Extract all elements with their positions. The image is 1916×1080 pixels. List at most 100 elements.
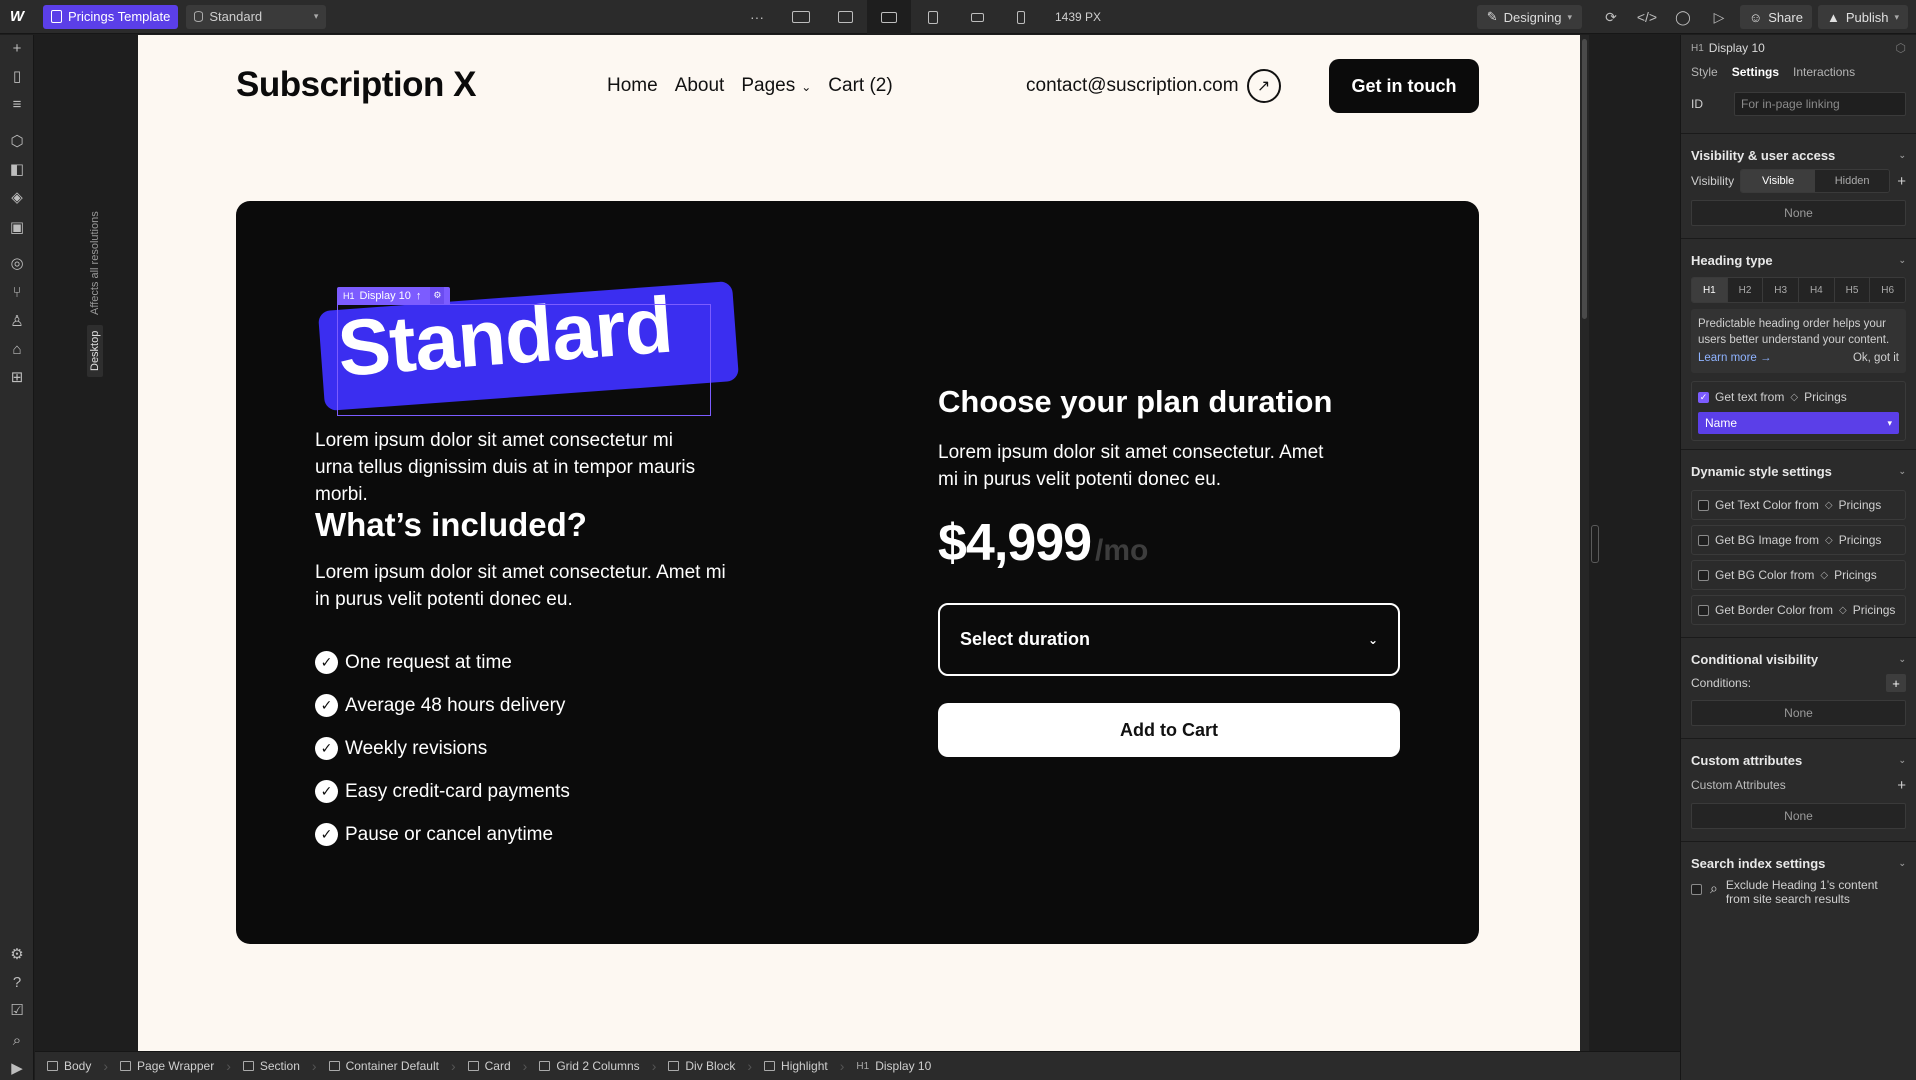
heading-type-title[interactable]: Heading type ⌄ [1681,249,1916,271]
conditional-visibility-title[interactable]: Conditional visibility ⌄ [1681,648,1916,670]
nav-about[interactable]: About [675,75,725,97]
heading-level-h2[interactable]: H2 [1727,278,1764,302]
element-settings-icon[interactable]: ⚙ [430,287,445,304]
variables-icon[interactable]: ◧ [8,160,26,178]
search-icon[interactable]: ⌕ [8,1031,26,1049]
more-icon[interactable]: ··· [735,0,779,34]
feature-item[interactable]: ✓ Weekly revisions [315,727,570,770]
custom-attributes-none[interactable]: None [1691,803,1906,829]
breadcrumb-div-block[interactable]: Div Block [668,1052,747,1080]
share-button[interactable]: ☺ Share [1739,5,1812,29]
included-heading[interactable]: What’s included? [315,506,587,544]
add-elements-icon[interactable]: + [8,39,26,57]
pages-icon[interactable]: ▯ [8,67,26,85]
breadcrumb-container[interactable]: Container Default [328,1052,451,1080]
page-selector[interactable]: Pricings Template [43,4,179,29]
canvas-resize-handle[interactable] [1591,525,1599,563]
duration-heading[interactable]: Choose your plan duration [938,384,1332,420]
field-select[interactable]: Name ▾ [1698,412,1899,434]
search-exclude-row[interactable]: ⌕ Exclude Heading 1’s content from site … [1681,874,1916,910]
duration-description[interactable]: Lorem ipsum dolor sit amet consectetur. … [938,439,1338,493]
search-index-title[interactable]: Search index settings ⌄ [1681,852,1916,874]
breadcrumb-section[interactable]: Section [242,1052,312,1080]
tab-interactions[interactable]: Interactions [1793,65,1855,79]
conditions-none[interactable]: None [1691,700,1906,726]
publish-button[interactable]: ▲ Publish ▾ [1817,5,1908,29]
feature-item[interactable]: ✓ Easy credit-card payments [315,770,570,813]
selected-element-tag[interactable]: H1 Display 10 ↑ ⚙ [337,287,451,304]
heading-level-h5[interactable]: H5 [1834,278,1871,302]
breakpoint-large-desktop[interactable] [779,0,823,34]
breadcrumb-body[interactable]: Body [47,1052,103,1080]
component-icon[interactable]: ⬡ [1896,41,1906,55]
feature-item[interactable]: ✓ Average 48 hours delivery [315,684,570,727]
add-condition-button[interactable]: + [1886,674,1906,692]
breakpoint-mobile-portrait[interactable] [999,0,1043,34]
nav-pages[interactable]: Pages ⌄ [741,75,811,97]
id-field[interactable]: For in-page linking [1734,92,1906,116]
checkbox[interactable] [1691,884,1702,895]
learn-more-link[interactable]: Learn more → [1698,350,1772,366]
ecommerce-icon[interactable]: ⌂ [8,340,26,358]
dynamic-bg-color[interactable]: Get BG Color from ◇ Pricings [1691,560,1906,590]
heading-level-h1[interactable]: H1 [1692,278,1728,302]
get-text-checkbox-row[interactable]: ✓ Get text from ◇ Pricings [1698,388,1899,406]
feature-item[interactable]: ✓ Pause or cancel anytime [315,813,570,856]
nav-cart[interactable]: Cart (2) [828,75,892,97]
checkbox[interactable] [1698,569,1709,581]
pricing-card[interactable]: Standard H1 Display 10 ↑ ⚙ Lorem ipsum d… [236,201,1479,944]
visibility-visible-option[interactable]: Visible [1741,170,1816,192]
logic-icon[interactable]: ⑂ [8,283,26,301]
tab-settings[interactable]: Settings [1732,65,1779,79]
ok-got-it-button[interactable]: Ok, got it [1853,350,1899,366]
visibility-none[interactable]: None [1691,200,1906,226]
breakpoint-tablet[interactable] [911,0,955,34]
dynamic-bg-image[interactable]: Get BG Image from ◇ Pricings [1691,525,1906,555]
breadcrumb-grid[interactable]: Grid 2 Columns [539,1052,651,1080]
checkbox[interactable] [1698,499,1709,511]
add-visibility-icon[interactable]: + [1897,173,1906,190]
sync-icon[interactable]: ⟳ [1596,5,1626,29]
assets-icon[interactable]: ▣ [8,218,26,236]
audit-check-icon[interactable]: ☑ [8,1001,26,1019]
duration-select[interactable]: Select duration ⌄ [938,603,1400,676]
users-icon[interactable]: ♙ [8,312,26,330]
navigator-icon[interactable]: ≡ [8,95,26,113]
price-display[interactable]: $4,999 /mo [938,513,1148,573]
custom-attributes-title[interactable]: Custom attributes ⌄ [1681,749,1916,771]
webflow-logo-icon[interactable]: W [0,0,34,34]
heading-level-h4[interactable]: H4 [1799,278,1835,302]
preview-play-icon[interactable]: ▷ [1704,5,1734,29]
help-icon[interactable]: ? [8,973,26,991]
checkbox[interactable] [1698,534,1709,546]
add-attribute-icon[interactable]: + [1897,777,1906,794]
heading-level-h6[interactable]: H6 [1870,278,1905,302]
cms-icon[interactable]: ◎ [8,254,26,272]
cms-item-selector[interactable]: Standard ▾ [186,4,327,29]
site-brand[interactable]: Subscription X [236,65,476,105]
included-description[interactable]: Lorem ipsum dolor sit amet consectetur. … [315,559,735,613]
breadcrumb-highlight[interactable]: Highlight [764,1052,840,1080]
nav-home[interactable]: Home [607,75,658,97]
components-icon[interactable]: ⬡ [8,132,26,150]
breakpoint-desktop[interactable] [867,0,911,34]
dynamic-border-color[interactable]: Get Border Color from ◇ Pricings [1691,595,1906,625]
breadcrumb-page-wrapper[interactable]: Page Wrapper [120,1052,226,1080]
mode-switcher[interactable]: ✎ Designing ▾ [1476,5,1582,29]
breakpoint-mobile-landscape[interactable] [955,0,999,34]
plan-lead-text[interactable]: Lorem ipsum dolor sit amet consectetur m… [315,427,715,508]
visibility-hidden-option[interactable]: Hidden [1815,170,1890,192]
breadcrumb-display-10[interactable]: H1 Display 10 [856,1052,943,1080]
feature-item[interactable]: ✓ One request at time [315,641,570,684]
breadcrumb-card[interactable]: Card [467,1052,523,1080]
checkbox[interactable] [1698,604,1709,616]
heading-level-h3[interactable]: H3 [1763,278,1800,302]
dynamic-style-title[interactable]: Dynamic style settings ⌄ [1681,460,1916,482]
breakpoint-desktop-wide[interactable] [823,0,867,34]
canvas-scrollbar[interactable] [1580,35,1589,1051]
scrollbar-thumb[interactable] [1582,39,1587,319]
settings-gear-icon[interactable]: ⚙ [8,945,26,963]
checkbox-checked[interactable]: ✓ [1698,391,1709,403]
code-icon[interactable]: </> [1632,5,1662,29]
contact-link[interactable]: contact@suscription.com ↗ [1026,69,1281,103]
